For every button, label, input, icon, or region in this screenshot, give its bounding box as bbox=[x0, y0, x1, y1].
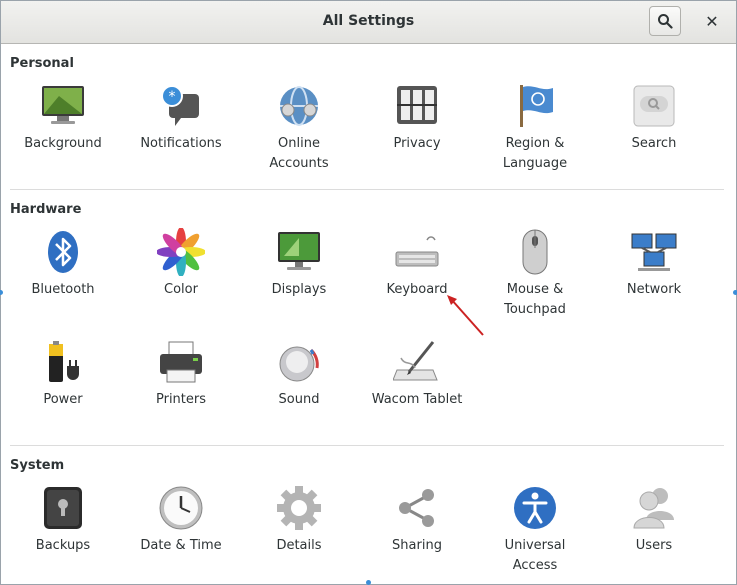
close-icon: ✕ bbox=[705, 11, 719, 31]
share-icon bbox=[399, 489, 434, 527]
settings-item-label: Background bbox=[24, 136, 102, 151]
resize-handle-left[interactable] bbox=[0, 290, 3, 295]
settings-item-label: Bluetooth bbox=[31, 282, 95, 297]
settings-item-label: Wacom Tablet bbox=[371, 392, 463, 407]
settings-item-notifications[interactable]: * Notifications bbox=[122, 82, 240, 154]
settings-item-label: Notifications bbox=[140, 136, 222, 151]
settings-item-privacy[interactable]: Privacy bbox=[358, 82, 476, 154]
settings-item-wacom-tablet[interactable]: Wacom Tablet bbox=[358, 338, 476, 410]
accessibility-icon bbox=[514, 487, 556, 529]
mouse-icon bbox=[522, 229, 548, 275]
color-icon bbox=[157, 228, 205, 276]
privacy-icon bbox=[397, 86, 437, 124]
header-bar: All Settings ✕ bbox=[1, 1, 736, 44]
settings-item-label: Displays bbox=[271, 282, 327, 297]
settings-item-color[interactable]: Color bbox=[122, 228, 240, 300]
settings-item-label: Backups bbox=[35, 538, 91, 553]
section-divider bbox=[10, 445, 724, 446]
keyboard-icon bbox=[395, 236, 439, 267]
displays-icon bbox=[278, 232, 320, 270]
search-icon bbox=[658, 14, 673, 29]
settings-item-region-language[interactable]: Region & Language bbox=[476, 82, 594, 174]
settings-item-power[interactable]: Power bbox=[4, 338, 122, 410]
settings-item-universal-access[interactable]: Universal Access bbox=[476, 484, 594, 576]
settings-item-label: Users bbox=[635, 538, 673, 553]
section-title-personal: Personal bbox=[10, 56, 74, 71]
svg-text:*: * bbox=[169, 89, 176, 105]
settings-item-network[interactable]: Network bbox=[595, 228, 713, 300]
search-button[interactable] bbox=[649, 6, 681, 36]
search-settings-icon bbox=[633, 85, 675, 127]
window-title: All Settings bbox=[322, 13, 415, 29]
sound-icon bbox=[279, 346, 319, 382]
settings-item-label: Sound bbox=[278, 392, 320, 407]
network-icon bbox=[631, 233, 677, 271]
settings-item-label: Details bbox=[276, 538, 322, 553]
section-divider bbox=[10, 189, 724, 190]
settings-item-search[interactable]: Search bbox=[595, 82, 713, 154]
settings-window: All Settings ✕ Personal Background * Not… bbox=[0, 0, 737, 585]
settings-item-sound[interactable]: Sound bbox=[240, 338, 358, 410]
region-icon bbox=[520, 85, 553, 127]
resize-handle-right[interactable] bbox=[733, 290, 737, 295]
settings-item-sharing[interactable]: Sharing bbox=[358, 484, 476, 556]
background-icon bbox=[42, 86, 84, 124]
clock-icon bbox=[159, 486, 203, 530]
annotation-arrow bbox=[447, 295, 484, 336]
close-button[interactable]: ✕ bbox=[697, 6, 727, 36]
section-title-hardware: Hardware bbox=[10, 202, 82, 217]
resize-handle-bottom[interactable] bbox=[366, 580, 371, 585]
settings-item-label: Online Accounts bbox=[269, 136, 329, 171]
settings-item-label: Date & Time bbox=[140, 538, 222, 553]
settings-item-label: Region & Language bbox=[502, 136, 568, 171]
settings-item-label: Mouse & Touchpad bbox=[504, 282, 566, 317]
settings-item-displays[interactable]: Displays bbox=[240, 228, 358, 300]
settings-item-online-accounts[interactable]: Online Accounts bbox=[240, 82, 358, 174]
wacom-tablet-icon bbox=[393, 341, 438, 381]
bluetooth-icon bbox=[48, 231, 78, 273]
backups-icon bbox=[44, 487, 82, 529]
settings-item-label: Search bbox=[631, 136, 677, 151]
notifications-icon: * bbox=[161, 85, 199, 126]
settings-item-keyboard[interactable]: Keyboard bbox=[358, 228, 476, 300]
settings-item-users[interactable]: Users bbox=[595, 484, 713, 556]
settings-item-bluetooth[interactable]: Bluetooth bbox=[4, 228, 122, 300]
users-icon bbox=[633, 488, 674, 529]
settings-item-label: Color bbox=[164, 282, 198, 297]
online-accounts-icon bbox=[280, 86, 318, 126]
power-icon bbox=[49, 341, 79, 382]
section-title-system: System bbox=[10, 458, 65, 473]
settings-item-backups[interactable]: Backups bbox=[4, 484, 122, 556]
settings-item-printers[interactable]: Printers bbox=[122, 338, 240, 410]
settings-item-label: Printers bbox=[155, 392, 207, 407]
settings-item-label: Universal Access bbox=[504, 538, 566, 573]
settings-item-mouse-touchpad[interactable]: Mouse & Touchpad bbox=[476, 228, 594, 320]
settings-item-label: Sharing bbox=[392, 538, 442, 553]
settings-item-details[interactable]: Details bbox=[240, 484, 358, 556]
gear-icon bbox=[277, 486, 321, 530]
settings-item-background[interactable]: Background bbox=[4, 82, 122, 154]
settings-item-label: Privacy bbox=[393, 136, 441, 151]
settings-item-date-time[interactable]: Date & Time bbox=[122, 484, 240, 556]
settings-item-label: Network bbox=[626, 282, 682, 297]
settings-item-label: Power bbox=[43, 392, 83, 407]
printer-icon bbox=[160, 341, 202, 383]
